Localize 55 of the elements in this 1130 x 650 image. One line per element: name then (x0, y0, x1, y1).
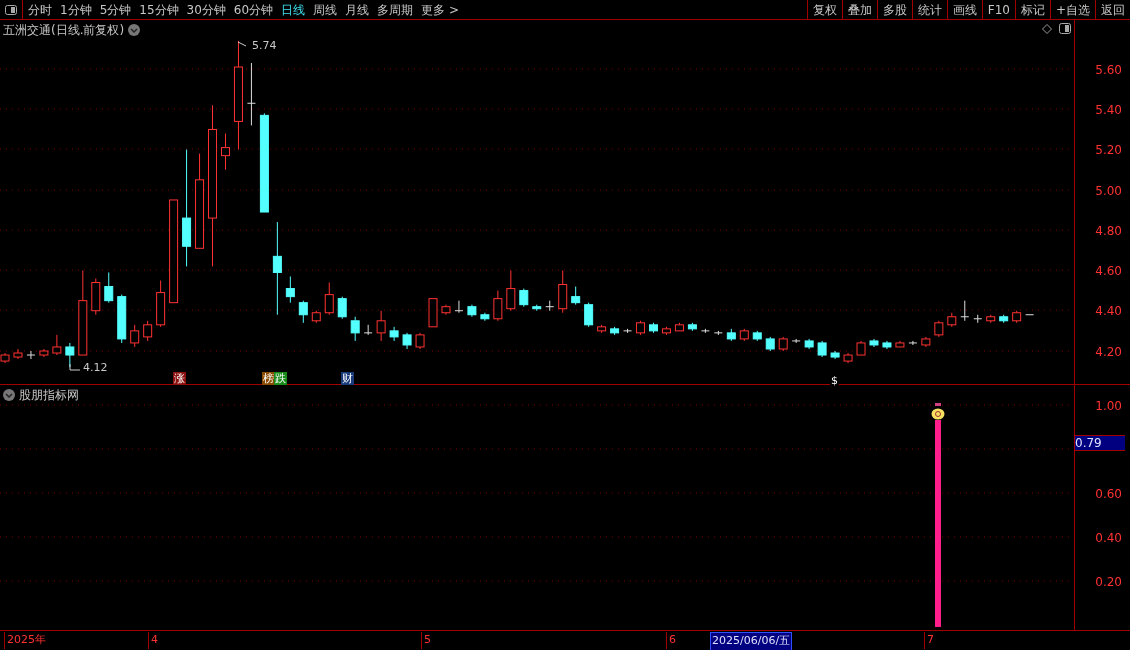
value-axis-label: 0.40 (1095, 530, 1122, 547)
value-axis-label: 0.20 (1095, 574, 1122, 591)
toolbar-button[interactable]: 复权 (806, 0, 842, 19)
cursor-value-label: 0.79 (1075, 435, 1125, 451)
date-axis-label: 6 (666, 632, 676, 649)
low-price-label: 4.12 (83, 360, 108, 376)
date-axis-label: 7 (924, 632, 934, 649)
chart-title: 五洲交通(日线.前复权) (3, 22, 125, 39)
period-tab[interactable]: 30分钟 (186, 0, 226, 19)
panel-icon[interactable] (1059, 23, 1071, 34)
panel-icon (5, 4, 17, 15)
event-marker[interactable]: 涨 (173, 372, 186, 385)
price-axis-label: 4.80 (1095, 223, 1122, 240)
price-axis-label: 4.60 (1095, 263, 1122, 280)
dropdown-icon[interactable] (3, 389, 15, 401)
toolbar-button[interactable]: 画线 (946, 0, 982, 19)
price-axis-label: 4.40 (1095, 303, 1122, 320)
period-tab[interactable]: 1分钟 (60, 0, 92, 19)
period-tab[interactable]: 分时 (28, 0, 52, 19)
period-tab[interactable]: 更多 > (421, 0, 459, 19)
price-axis-label: 5.00 (1095, 183, 1122, 200)
event-marker[interactable]: 跌 (274, 372, 287, 385)
event-marker[interactable]: 财 (341, 372, 354, 385)
money-bag-icon (931, 403, 945, 420)
leader-line (69, 363, 81, 371)
leader-line (237, 41, 247, 47)
diamond-icon[interactable] (1042, 24, 1052, 34)
toolbar-button[interactable]: F10 (981, 0, 1015, 19)
price-axis-label: 5.20 (1095, 142, 1122, 159)
period-tab[interactable]: 60分钟 (233, 0, 274, 19)
value-axis-label: 0.60 (1095, 486, 1122, 503)
indicator-title: 股朋指标网 (19, 387, 79, 404)
toolbar-button[interactable]: 返回 (1095, 0, 1130, 19)
dropdown-icon[interactable] (128, 24, 141, 36)
high-price-label: 5.74 (252, 38, 277, 54)
period-tab[interactable]: 多周期 (377, 0, 414, 19)
date-axis-label: 4 (148, 632, 158, 649)
cursor-date-label: 2025/06/06/五 (710, 632, 793, 650)
period-tab[interactable]: 月线 (345, 0, 370, 19)
toolbar-button[interactable]: 叠加 (841, 0, 877, 19)
period-tab[interactable]: 15分钟 (139, 0, 179, 19)
toolbar-button[interactable]: 多股 (876, 0, 912, 19)
period-tab[interactable]: 5分钟 (99, 0, 132, 19)
period-tab[interactable]: 周线 (313, 0, 338, 19)
toolbar-button[interactable]: 标记 (1014, 0, 1050, 19)
period-tab[interactable]: 日线 (281, 0, 306, 19)
price-axis-label: 4.20 (1095, 344, 1122, 361)
event-marker[interactable]: $ (830, 374, 839, 387)
toolbar-button[interactable]: +自选 (1049, 0, 1095, 19)
price-axis-label: 5.60 (1095, 62, 1122, 79)
date-axis-label: 5 (421, 632, 431, 649)
date-axis-label: 2025年 (4, 632, 46, 649)
price-axis-label: 5.40 (1095, 102, 1122, 119)
toolbar-button[interactable]: 统计 (911, 0, 947, 19)
value-axis-label: 1.00 (1095, 398, 1122, 415)
